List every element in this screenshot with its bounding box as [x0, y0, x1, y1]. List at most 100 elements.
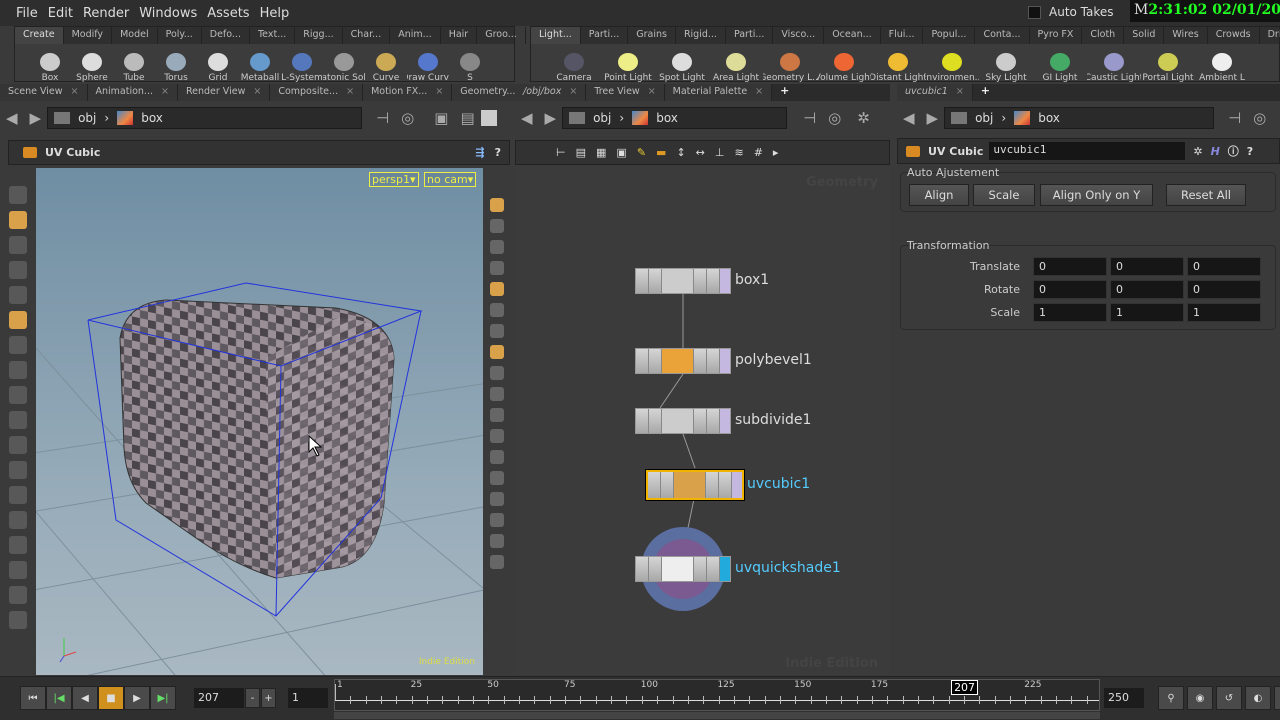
param-field[interactable]: 0: [1033, 280, 1107, 299]
shelf-tab[interactable]: Groo...: [477, 27, 526, 44]
pane-tab[interactable]: Material Palette ×: [664, 84, 773, 101]
param-field[interactable]: 0: [1110, 280, 1184, 299]
viewport-tool-icon[interactable]: [489, 555, 504, 569]
viewport-tool-icon[interactable]: [489, 387, 504, 401]
shelf-tab[interactable]: Grains: [628, 27, 676, 44]
shelf-tab[interactable]: Pyro FX: [1030, 27, 1083, 44]
back-icon[interactable]: ◀: [903, 109, 915, 127]
jump-start-button[interactable]: ⏮: [20, 686, 46, 710]
viewport-tool-icon[interactable]: [489, 219, 504, 233]
viewport-tool-icon[interactable]: [9, 211, 27, 229]
close-tab-icon[interactable]: ×: [648, 86, 656, 97]
align-icon[interactable]: ↕: [676, 146, 685, 159]
play-button[interactable]: ▶: [124, 686, 150, 710]
shelf-tool[interactable]: Ambient L: [1195, 53, 1249, 83]
help-icon[interactable]: ?: [495, 146, 501, 159]
network-editor[interactable]: Geometry Indie Edition box1 polybevel1 s…: [515, 165, 890, 675]
shelf-tab[interactable]: Rigg...: [295, 27, 343, 44]
jump-end-button[interactable]: ▶|: [150, 686, 176, 710]
shelf-tab[interactable]: Parti...: [726, 27, 774, 44]
viewport-tool-icon[interactable]: [489, 429, 504, 443]
end-frame-field[interactable]: 250: [1104, 688, 1144, 708]
shelf-tab[interactable]: Ocean...: [824, 27, 881, 44]
node-polybevel1[interactable]: [635, 348, 731, 374]
target-icon[interactable]: ◎: [401, 109, 414, 127]
crumb-obj[interactable]: obj: [593, 111, 611, 125]
target-icon[interactable]: ◎: [1253, 109, 1266, 127]
node-uvquickshade1[interactable]: [635, 556, 731, 582]
gear-icon[interactable]: ✲: [857, 109, 870, 127]
pane-tab[interactable]: Render View ×: [177, 84, 271, 101]
menu-render[interactable]: Render: [83, 6, 129, 21]
shelf-tool[interactable]: Box: [29, 53, 71, 83]
flow-icon[interactable]: ≋: [734, 146, 743, 159]
param-field[interactable]: 1: [1033, 303, 1107, 322]
pane-tab[interactable]: /obj/box ×: [515, 84, 587, 101]
viewport-tool-icon[interactable]: [9, 186, 27, 204]
pane-tab[interactable]: uvcubic1 ×: [897, 84, 973, 101]
menu-file[interactable]: File: [16, 6, 38, 21]
close-tab-icon[interactable]: ×: [569, 86, 577, 97]
node-uvcubic1-selected[interactable]: [645, 469, 745, 501]
menu-help[interactable]: Help: [260, 6, 290, 21]
crumb-obj[interactable]: obj: [975, 111, 993, 125]
param-field[interactable]: 0: [1187, 280, 1261, 299]
tree-icon[interactable]: ⊢: [556, 146, 566, 159]
shelf-tab[interactable]: Solid: [1124, 27, 1165, 44]
shelf-tool[interactable]: Sphere: [71, 53, 113, 83]
node-label[interactable]: box1: [735, 272, 769, 288]
shelf-tab[interactable]: Create: [15, 27, 64, 44]
viewport-tool-icon[interactable]: [489, 345, 504, 359]
viewport-tool-icon[interactable]: [9, 586, 27, 604]
audio-icon[interactable]: ◐: [1245, 686, 1271, 710]
list-icon[interactable]: ▤: [576, 146, 586, 159]
pane-tab[interactable]: Tree View ×: [586, 84, 665, 101]
crumb-box[interactable]: box: [141, 111, 163, 125]
shelf-tool[interactable]: GI Light: [1033, 53, 1087, 83]
tool-options-icon[interactable]: ⇶: [475, 146, 484, 159]
info-icon[interactable]: ⓘ: [1228, 143, 1239, 159]
back-icon[interactable]: ◀: [6, 109, 18, 127]
viewport-tool-icon[interactable]: [489, 198, 504, 212]
shelf-tab[interactable]: Hair: [441, 27, 478, 44]
shelf-tool[interactable]: Metaball: [239, 53, 281, 83]
shelf-tool[interactable]: S: [449, 53, 491, 83]
step-back-key-button[interactable]: |◀: [46, 686, 72, 710]
path-field[interactable]: obj › box: [47, 107, 363, 129]
close-tab-icon[interactable]: ×: [346, 86, 354, 97]
play-reverse-button[interactable]: ◀: [72, 686, 98, 710]
viewport-tool-icon[interactable]: [489, 471, 504, 485]
key-icon[interactable]: ⚲: [1158, 686, 1184, 710]
note-icon[interactable]: ✎: [637, 146, 646, 159]
shelf-tab[interactable]: Char...: [343, 27, 391, 44]
viewport-tool-icon[interactable]: [9, 261, 27, 279]
shelf-tab[interactable]: Flui...: [881, 27, 924, 44]
node-label[interactable]: uvquickshade1: [735, 560, 841, 576]
viewport-tool-icon[interactable]: [489, 303, 504, 317]
layout-icon[interactable]: ▣: [616, 146, 626, 159]
shelf-tab[interactable]: Anim...: [390, 27, 441, 44]
viewport-tool-icon[interactable]: [9, 561, 27, 579]
grid-icon[interactable]: ▦: [596, 146, 606, 159]
timeline-scrollbar[interactable]: [334, 712, 1100, 719]
viewport-tool-icon[interactable]: [9, 286, 27, 304]
viewport-tool-icon[interactable]: [489, 408, 504, 422]
viewport-tool-icon[interactable]: [9, 311, 27, 329]
shelf-tool[interactable]: Geometry L...: [763, 53, 817, 83]
grid-toggle-icon[interactable]: #: [754, 146, 763, 159]
shelf-tool[interactable]: Portal Light: [1141, 53, 1195, 83]
camera-menu[interactable]: persp1▾: [369, 172, 419, 187]
shelf-tool[interactable]: Camera: [547, 53, 601, 83]
forward-icon[interactable]: ▶: [927, 109, 939, 127]
pane-tab[interactable]: Motion FX... ×: [363, 84, 453, 101]
shelf-tab[interactable]: Visco...: [773, 27, 825, 44]
viewport-tool-icon[interactable]: [489, 450, 504, 464]
pin-icon[interactable]: ⊣: [376, 109, 389, 127]
display-options-icon[interactable]: ▣: [434, 109, 448, 127]
target-icon[interactable]: ◎: [828, 109, 841, 127]
scale-button[interactable]: Scale: [973, 184, 1035, 206]
pin-icon[interactable]: ⊣: [803, 109, 816, 127]
shelf-tool[interactable]: Curve: [365, 53, 407, 83]
viewport-tool-icon[interactable]: [9, 436, 27, 454]
viewport-tool-icon[interactable]: [489, 261, 504, 275]
